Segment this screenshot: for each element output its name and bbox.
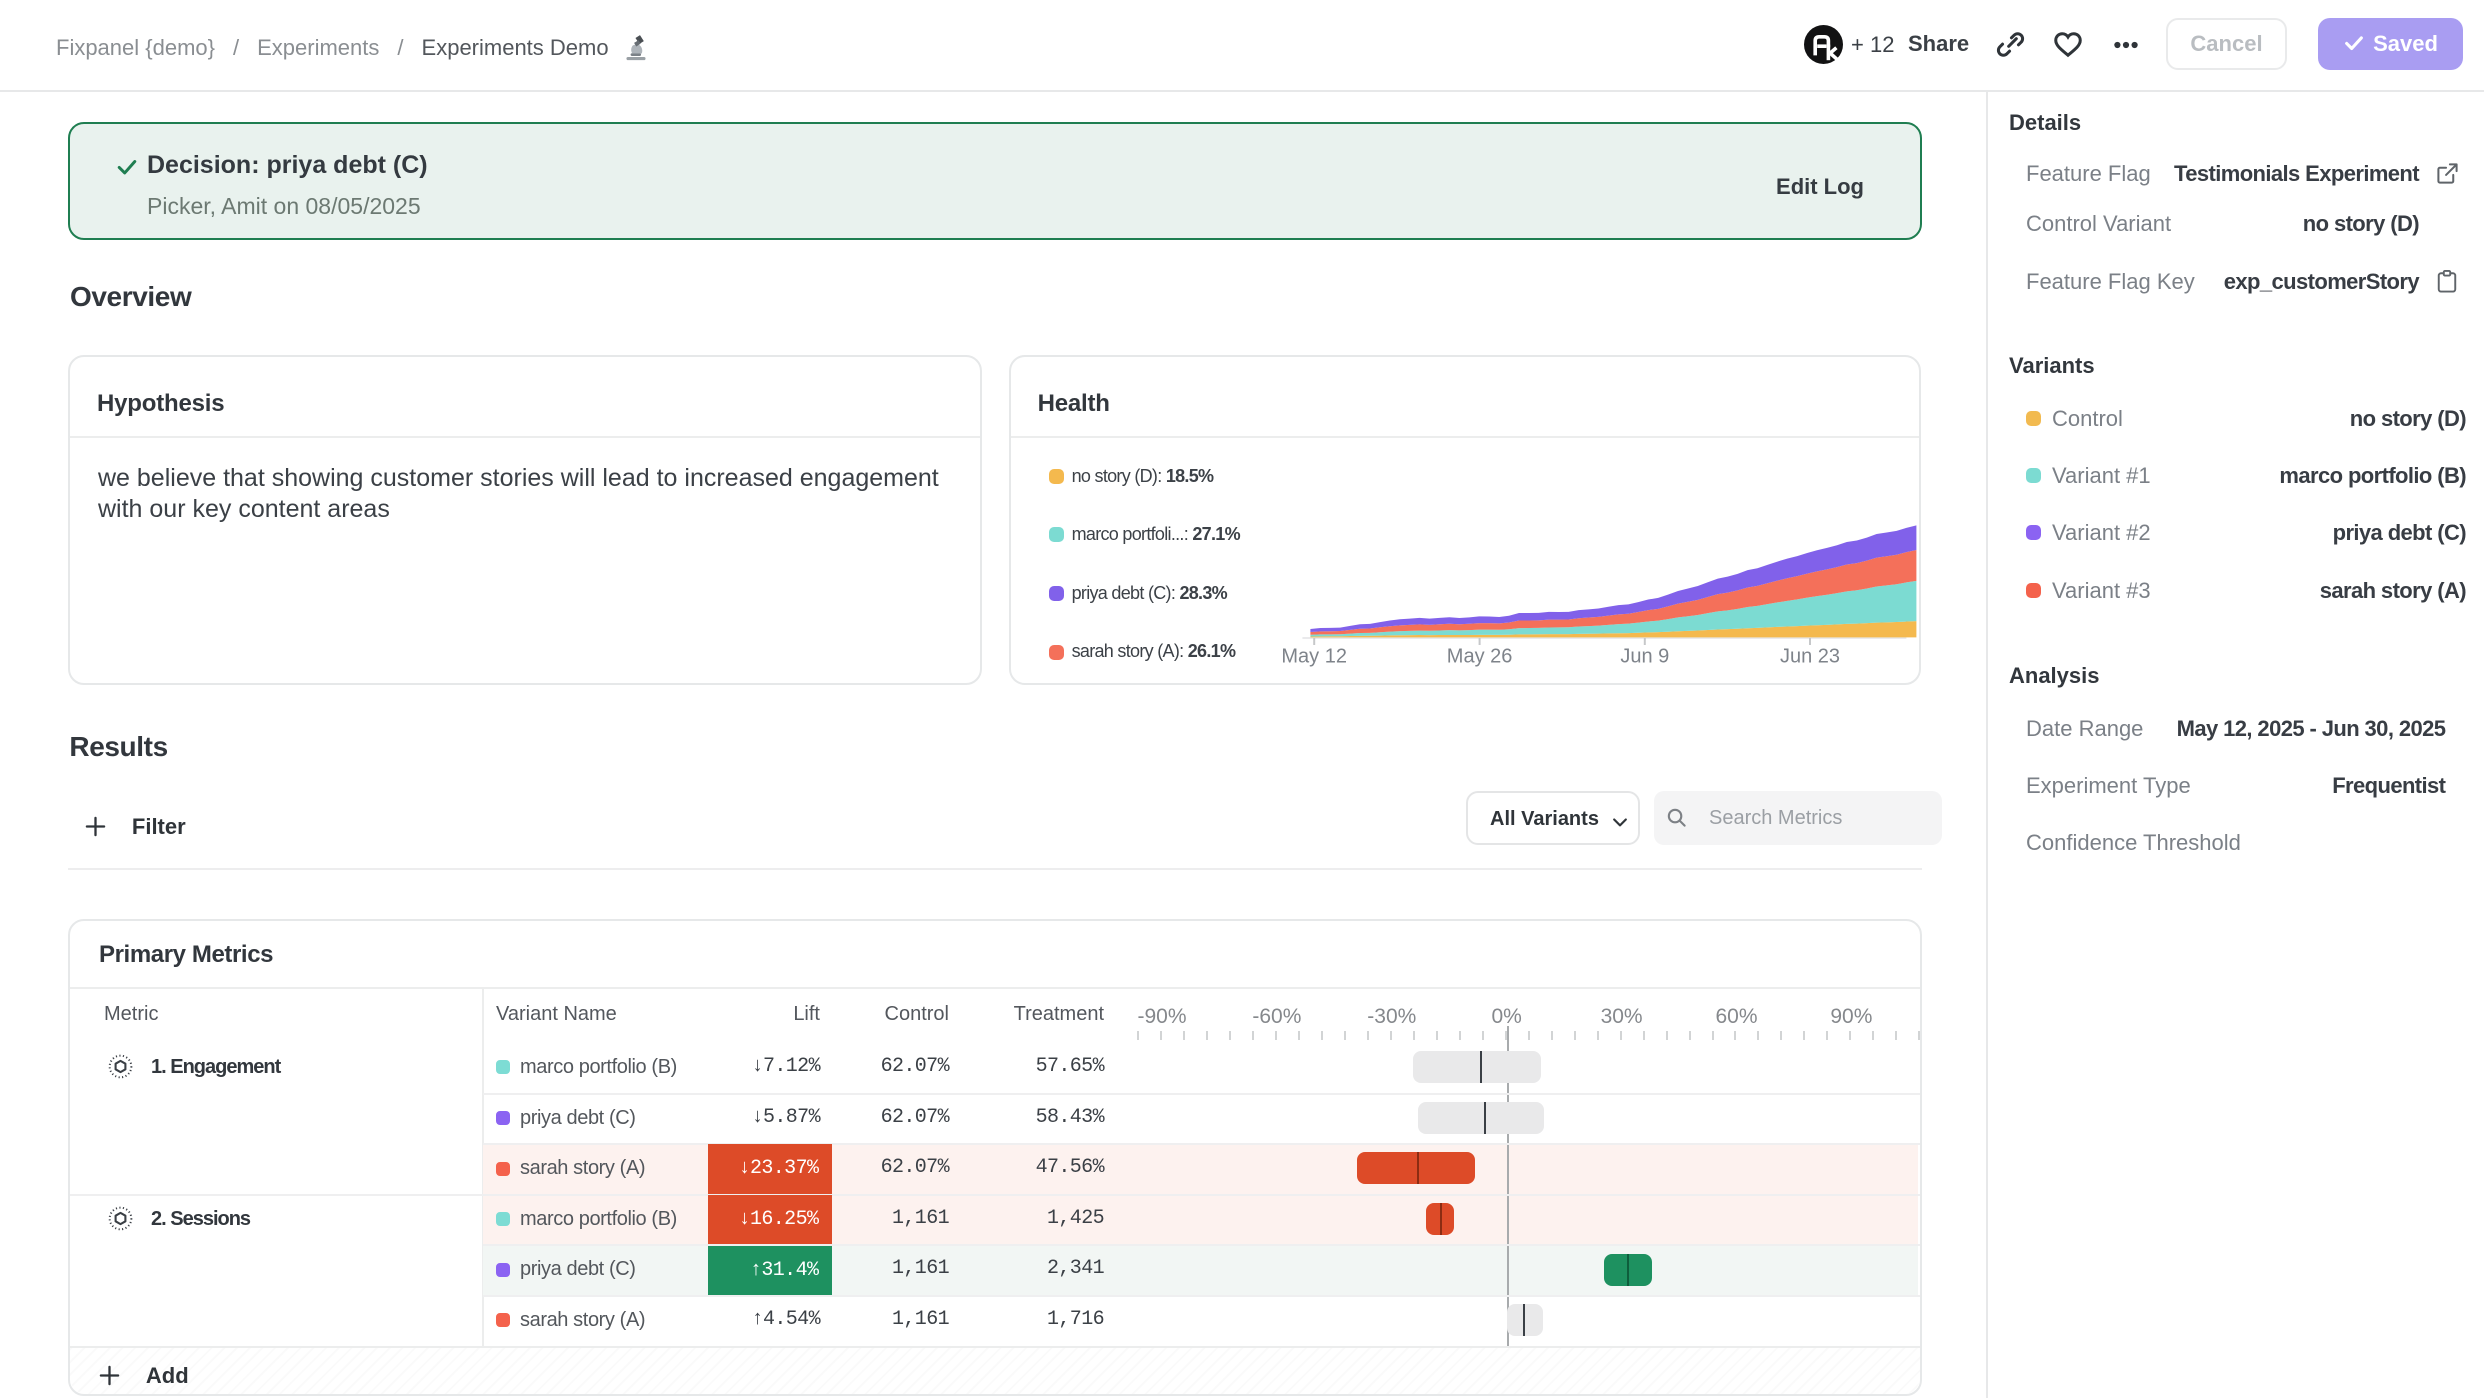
svg-text:May 12: May 12 — [1281, 645, 1347, 667]
svg-text:May 26: May 26 — [1446, 645, 1512, 667]
svg-text:Jun 23: Jun 23 — [1780, 645, 1840, 667]
svg-text:Jun 9: Jun 9 — [1620, 645, 1669, 667]
